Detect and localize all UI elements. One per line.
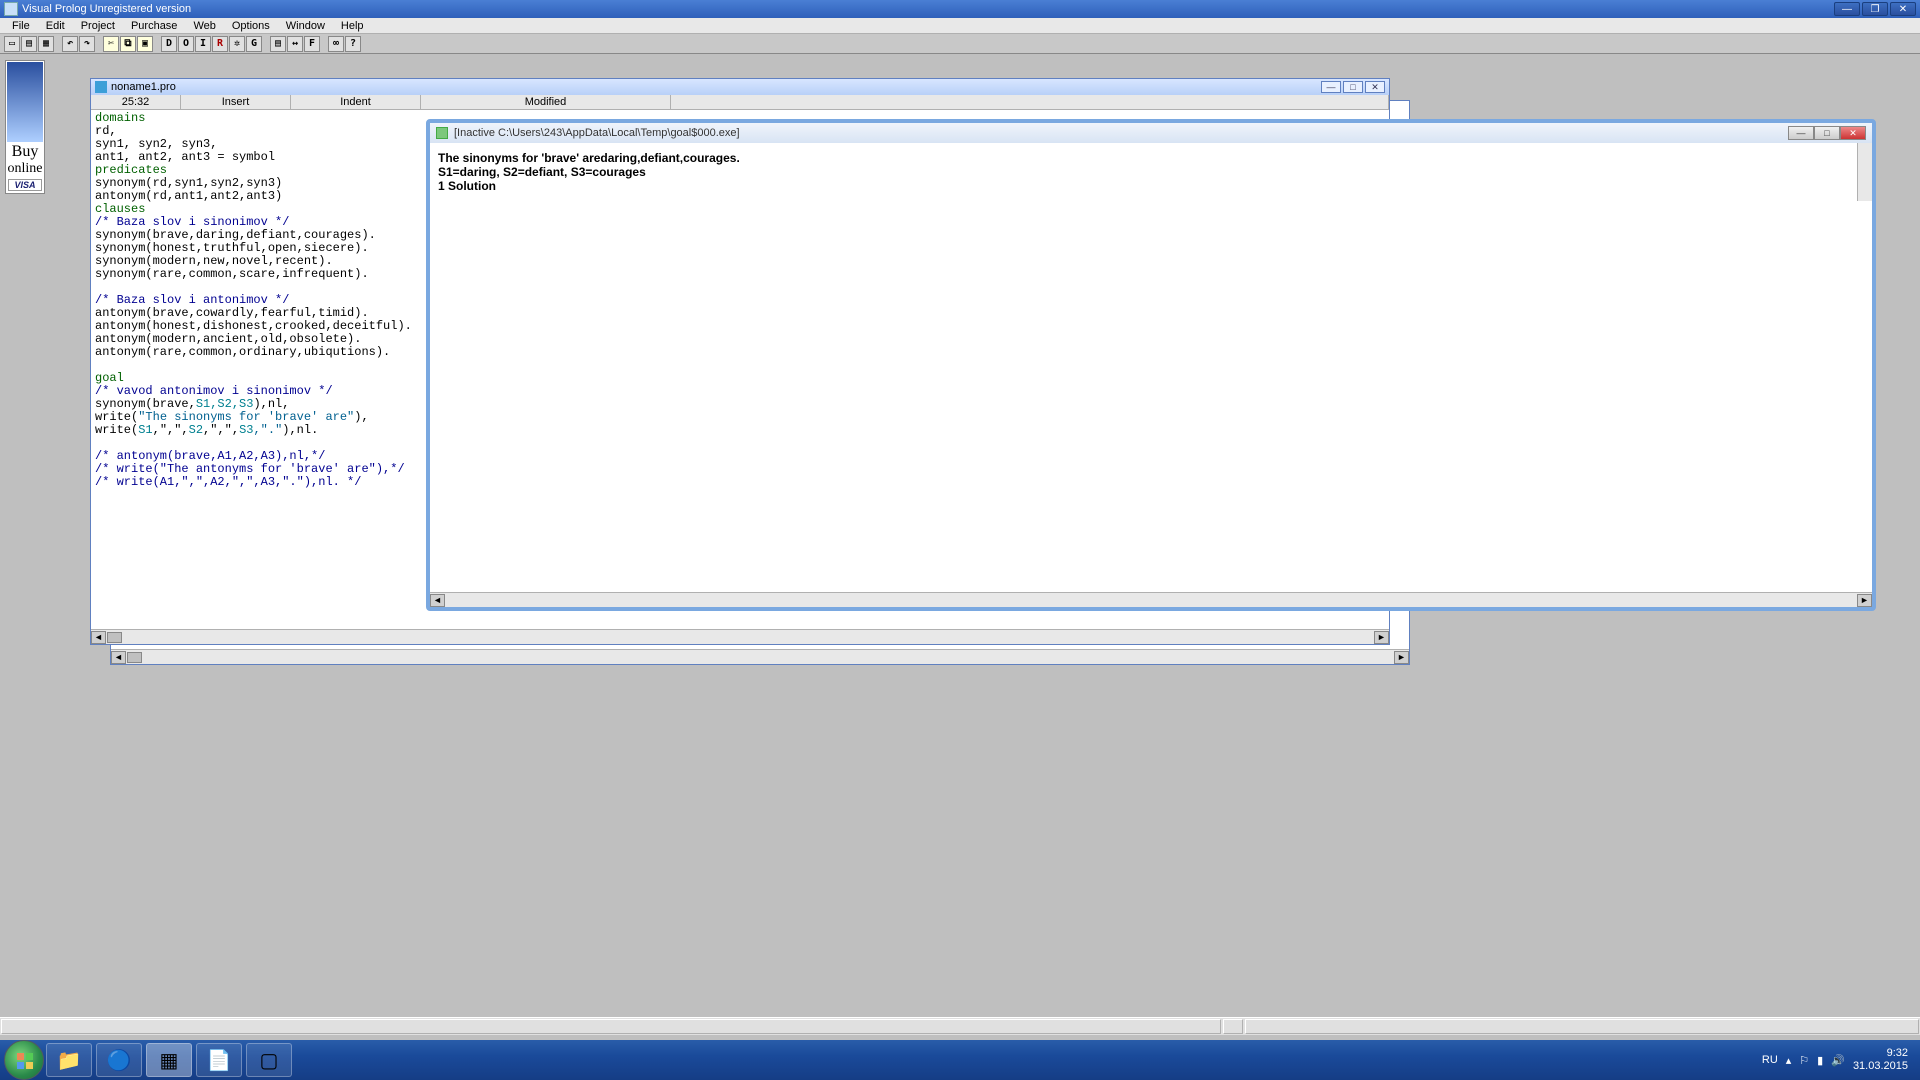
start-button[interactable] — [4, 1040, 44, 1080]
ad-online: online — [6, 161, 44, 177]
editor-hscroll[interactable]: ◄ ► — [91, 629, 1389, 644]
editor-filename: noname1.pro — [111, 81, 176, 93]
output-line: The sinonyms for 'brave' aredaring,defia… — [438, 151, 1864, 165]
back-hscroll[interactable]: ◄ ► — [111, 649, 1409, 664]
close-button[interactable]: ✕ — [1890, 2, 1916, 16]
output-line: 1 Solution — [438, 179, 1864, 193]
tb-copy-icon[interactable]: ⧉ — [120, 36, 136, 52]
buy-online-ad[interactable]: Buy online VISA — [5, 60, 45, 194]
cursor-pos: 25:32 — [91, 95, 181, 109]
output-line: S1=daring, S2=defiant, S3=courages — [438, 165, 1864, 179]
main-statusbar — [0, 1017, 1920, 1035]
output-window: [Inactive C:\Users\243\AppData\Local\Tem… — [426, 119, 1876, 611]
tb-link-icon[interactable]: ∞ — [328, 36, 344, 52]
taskbar: 📁 🔵 ▦ 📄 ▢ RU ▴ ⚐ ▮ 🔊 9:32 31.03.2015 — [0, 1040, 1920, 1080]
rocket-icon — [7, 62, 43, 142]
tb-f-button[interactable]: F — [304, 36, 320, 52]
insert-mode: Insert — [181, 95, 291, 109]
file-icon — [95, 81, 107, 93]
maximize-button[interactable]: ❐ — [1862, 2, 1888, 16]
tray-volume-icon[interactable]: 🔊 — [1831, 1054, 1845, 1067]
tray-lang[interactable]: RU — [1762, 1054, 1778, 1066]
menu-window[interactable]: Window — [278, 19, 333, 33]
menu-edit[interactable]: Edit — [38, 19, 73, 33]
menubar: File Edit Project Purchase Web Options W… — [0, 18, 1920, 34]
tray-network-icon[interactable]: ▮ — [1817, 1054, 1823, 1067]
scroll-right-icon[interactable]: ► — [1374, 631, 1389, 644]
tb-grid-icon[interactable]: ▤ — [270, 36, 286, 52]
taskbar-chrome[interactable]: 🔵 — [96, 1043, 142, 1077]
tray-clock[interactable]: 9:32 31.03.2015 — [1853, 1047, 1908, 1073]
tray-flag-icon[interactable]: ⚐ — [1799, 1054, 1809, 1067]
scroll-left-icon[interactable]: ◄ — [111, 651, 126, 664]
tb-new-icon[interactable]: ▭ — [4, 36, 20, 52]
scroll-thumb[interactable] — [107, 632, 122, 643]
tb-o-button[interactable]: O — [178, 36, 194, 52]
taskbar-explorer[interactable]: 📁 — [46, 1043, 92, 1077]
menu-options[interactable]: Options — [224, 19, 278, 33]
system-tray: RU ▴ ⚐ ▮ 🔊 9:32 31.03.2015 — [1762, 1047, 1916, 1073]
tb-cut-icon[interactable]: ✄ — [103, 36, 119, 52]
menu-project[interactable]: Project — [73, 19, 123, 33]
menu-web[interactable]: Web — [185, 19, 223, 33]
visa-icon: VISA — [8, 179, 42, 191]
tb-g-button[interactable]: G — [246, 36, 262, 52]
output-text[interactable]: The sinonyms for 'brave' aredaring,defia… — [430, 143, 1872, 201]
editor-close-button[interactable]: ✕ — [1365, 81, 1385, 93]
indent-mode: Indent — [291, 95, 421, 109]
modified-flag: Modified — [421, 95, 671, 109]
tb-open-icon[interactable]: ▤ — [21, 36, 37, 52]
minimize-button[interactable]: — — [1834, 2, 1860, 16]
tb-i-button[interactable]: I — [195, 36, 211, 52]
output-hscroll[interactable]: ◄ ► — [430, 592, 1872, 607]
tb-save-icon[interactable]: ▦ — [38, 36, 54, 52]
menu-help[interactable]: Help — [333, 19, 372, 33]
output-maximize-button[interactable]: □ — [1814, 126, 1840, 140]
scroll-right-icon[interactable]: ► — [1857, 594, 1872, 607]
tb-d-button[interactable]: D — [161, 36, 177, 52]
tb-redo-icon[interactable]: ↷ — [79, 36, 95, 52]
output-close-button[interactable]: ✕ — [1840, 126, 1866, 140]
scroll-thumb[interactable] — [127, 652, 142, 663]
editor-minimize-button[interactable]: — — [1321, 81, 1341, 93]
exe-icon — [436, 127, 448, 139]
output-minimize-button[interactable]: — — [1788, 126, 1814, 140]
tb-undo-icon[interactable]: ↶ — [62, 36, 78, 52]
app-title: Visual Prolog Unregistered version — [22, 3, 191, 15]
scroll-left-icon[interactable]: ◄ — [430, 594, 445, 607]
tb-r-button[interactable]: R — [212, 36, 228, 52]
taskbar-prolog[interactable]: ▦ — [146, 1043, 192, 1077]
output-vscroll[interactable] — [1857, 143, 1872, 201]
app-icon — [4, 2, 18, 16]
editor-titlebar[interactable]: noname1.pro — □ ✕ — [91, 79, 1389, 95]
taskbar-app[interactable]: ▢ — [246, 1043, 292, 1077]
app-titlebar: Visual Prolog Unregistered version — ❐ ✕ — [0, 0, 1920, 18]
toolbar: ▭ ▤ ▦ ↶ ↷ ✄ ⧉ ▣ D O I R ✲ G ▤ ↔ F ∞ ? — [0, 34, 1920, 54]
tb-paste-icon[interactable]: ▣ — [137, 36, 153, 52]
output-title-text: [Inactive C:\Users\243\AppData\Local\Tem… — [454, 127, 740, 139]
tb-gear-icon[interactable]: ✲ — [229, 36, 245, 52]
menu-purchase[interactable]: Purchase — [123, 19, 185, 33]
tb-help-icon[interactable]: ? — [345, 36, 361, 52]
scroll-right-icon[interactable]: ► — [1394, 651, 1409, 664]
window-controls: — ❐ ✕ — [1834, 2, 1916, 16]
editor-maximize-button[interactable]: □ — [1343, 81, 1363, 93]
taskbar-word[interactable]: 📄 — [196, 1043, 242, 1077]
menu-file[interactable]: File — [4, 19, 38, 33]
editor-statusbar: 25:32 Insert Indent Modified — [91, 95, 1389, 110]
ad-buy: Buy — [6, 143, 44, 161]
output-titlebar[interactable]: [Inactive C:\Users\243\AppData\Local\Tem… — [430, 123, 1872, 143]
tb-arrow-icon[interactable]: ↔ — [287, 36, 303, 52]
tray-chevron-icon[interactable]: ▴ — [1786, 1054, 1792, 1067]
scroll-left-icon[interactable]: ◄ — [91, 631, 106, 644]
